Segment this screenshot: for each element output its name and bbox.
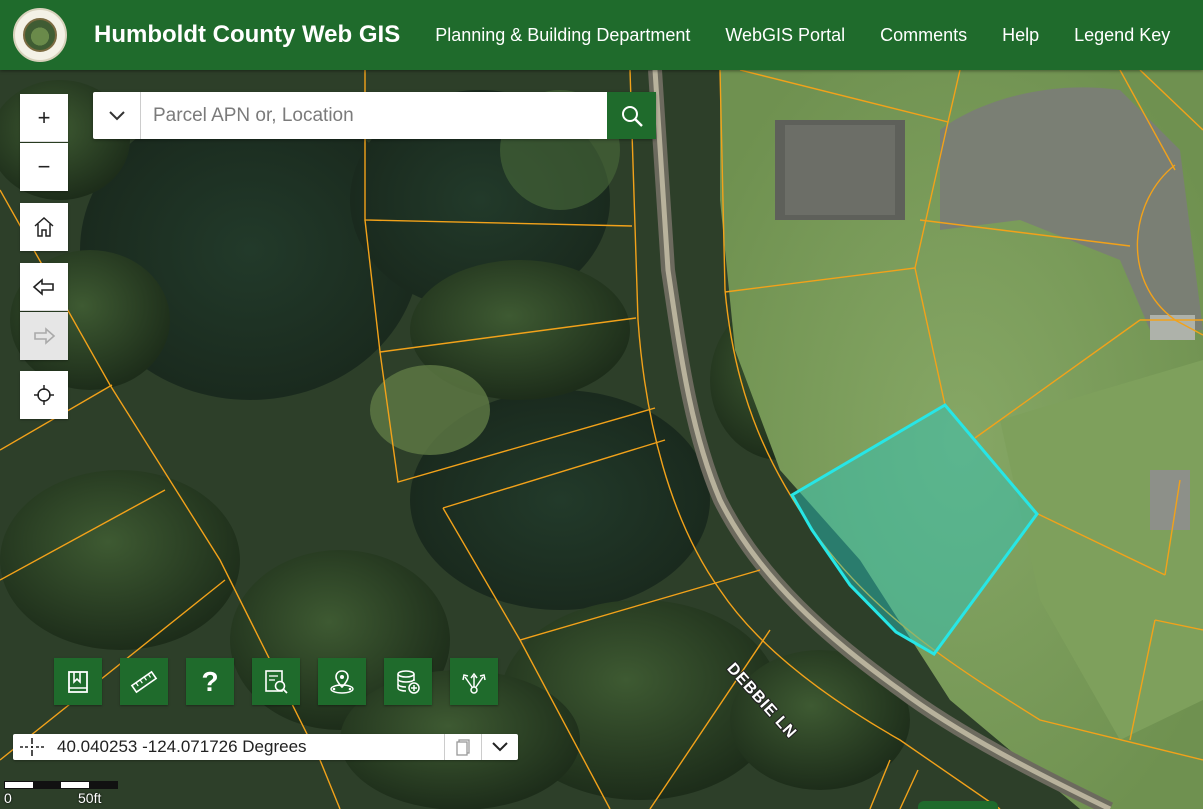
help-icon: ?: [201, 665, 219, 697]
county-seal-logo: [13, 8, 67, 62]
chevron-down-icon: [108, 110, 125, 120]
scale-start-label: 0: [4, 790, 12, 806]
query-button[interactable]: [252, 658, 300, 705]
nav-help[interactable]: Help: [1002, 25, 1039, 46]
bookmark-icon: [68, 670, 88, 693]
chevron-down-icon: [492, 742, 508, 752]
app-title: Humboldt County Web GIS: [94, 21, 401, 48]
select-by-location-button[interactable]: [318, 658, 366, 705]
next-extent-button[interactable]: [20, 312, 68, 360]
previous-extent-button[interactable]: [20, 263, 68, 311]
minus-icon: −: [37, 154, 51, 179]
share-button[interactable]: [450, 658, 498, 705]
attribute-table-toggle[interactable]: [918, 801, 998, 809]
app-header: Humboldt County Web GIS Planning & Build…: [0, 0, 1203, 70]
add-data-button[interactable]: [384, 658, 432, 705]
aerial-basemap: [0, 70, 1203, 809]
my-location-button[interactable]: [20, 371, 68, 419]
nav-comments[interactable]: Comments: [880, 25, 967, 46]
search-button[interactable]: [607, 92, 656, 139]
help-button[interactable]: ?: [186, 658, 234, 705]
crosshair-icon: [20, 738, 44, 756]
share-icon: [462, 672, 486, 694]
search-input[interactable]: [141, 92, 607, 139]
zoom-in-button[interactable]: +: [20, 94, 68, 142]
copy-icon: [456, 739, 470, 756]
scale-end-label: 50ft: [78, 790, 102, 806]
coordinate-readout: 40.040253 -124.071726 Degrees: [57, 737, 307, 756]
coordinate-format-dropdown[interactable]: [481, 734, 518, 760]
home-button[interactable]: [20, 203, 68, 251]
scale-bar: 0 50ft: [4, 781, 118, 806]
top-nav: Planning & Building Department WebGIS Po…: [417, 25, 1187, 46]
search-source-dropdown[interactable]: [93, 92, 141, 139]
zoom-out-button[interactable]: −: [20, 143, 68, 191]
copy-coordinates-button[interactable]: [444, 734, 481, 760]
coordinate-pick-button[interactable]: [13, 734, 51, 760]
coordinate-widget: 40.040253 -124.071726 Degrees: [13, 734, 518, 760]
arrow-left-icon: [32, 278, 54, 296]
nav-webgis-portal[interactable]: WebGIS Portal: [725, 25, 845, 46]
search-widget: [93, 92, 656, 139]
plus-icon: +: [37, 105, 51, 130]
locate-crosshair-icon: [34, 385, 54, 405]
nav-planning-building[interactable]: Planning & Building Department: [435, 25, 690, 46]
measure-button[interactable]: [120, 658, 168, 705]
query-list-icon: [265, 669, 288, 694]
search-icon: [621, 105, 643, 127]
select-by-location-icon: [330, 669, 354, 694]
bookmarks-button[interactable]: [54, 658, 102, 705]
nav-legend-key[interactable]: Legend Key: [1074, 25, 1170, 46]
measure-ruler-icon: [130, 670, 158, 693]
arrow-right-icon: [34, 327, 56, 345]
add-data-icon: [397, 669, 420, 694]
home-icon: [34, 216, 54, 237]
map-view[interactable]: DEBBIE LN: [0, 70, 1203, 809]
